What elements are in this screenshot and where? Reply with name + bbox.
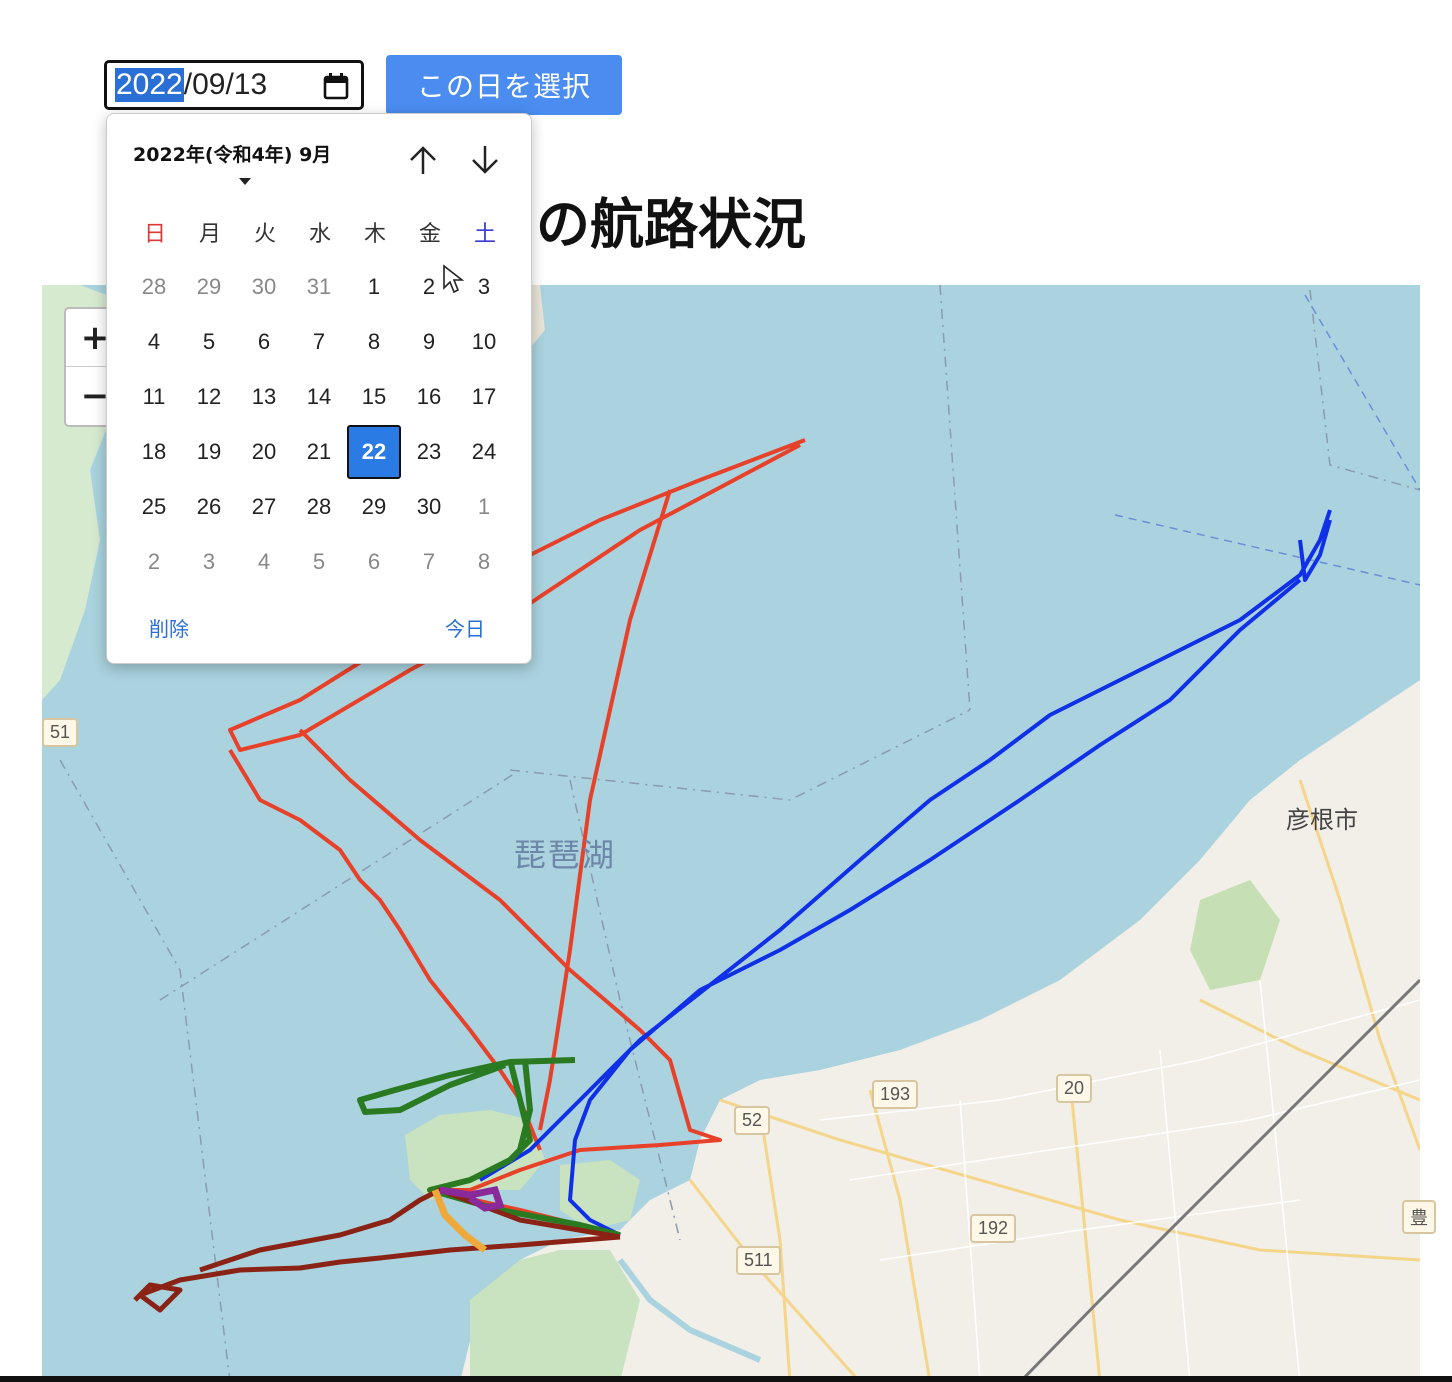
month-label[interactable]: 2022年(令和4年) 9月 <box>133 140 331 167</box>
road-shield: 192 <box>970 1214 1017 1243</box>
calendar-day[interactable]: 6 <box>347 535 401 589</box>
calendar-day[interactable]: 26 <box>182 480 236 534</box>
calendar-day[interactable]: 17 <box>457 370 511 424</box>
mouse-cursor-icon <box>443 264 464 294</box>
calendar-day[interactable]: 24 <box>457 425 511 479</box>
date-month-day-segment[interactable]: /09/13 <box>184 68 267 102</box>
road-shield: 52 <box>734 1106 771 1135</box>
calendar-day[interactable]: 20 <box>237 425 291 479</box>
calendar-day[interactable]: 15 <box>347 370 401 424</box>
calendar-day[interactable]: 7 <box>292 315 346 369</box>
date-input[interactable]: 2022 /09/13 <box>104 60 364 110</box>
date-year-segment[interactable]: 2022 <box>115 68 184 102</box>
calendar-day[interactable]: 8 <box>347 315 401 369</box>
calendar-day[interactable]: 21 <box>292 425 346 479</box>
calendar-day[interactable]: 30 <box>402 480 456 534</box>
calendar-day[interactable]: 1 <box>347 260 401 314</box>
weekday-fri: 金 <box>418 222 441 247</box>
calendar-day[interactable]: 31 <box>292 260 346 314</box>
calendar-day[interactable]: 9 <box>402 315 456 369</box>
weekday-wed: 水 <box>308 222 331 247</box>
calendar-day[interactable]: 4 <box>237 535 291 589</box>
weekday-mon: 月 <box>198 222 221 247</box>
calendar-day[interactable]: 10 <box>457 315 511 369</box>
calendar-day[interactable]: 30 <box>237 260 291 314</box>
road-shield: 20 <box>1056 1074 1093 1103</box>
road-shield: 51 <box>42 718 79 747</box>
date-value: 2022 /09/13 <box>115 68 267 102</box>
weekday-tue: 火 <box>253 222 276 247</box>
calendar-day[interactable]: 28 <box>127 260 181 314</box>
calendar-day[interactable]: 3 <box>182 535 236 589</box>
calendar-day[interactable]: 8 <box>457 535 511 589</box>
calendar-day[interactable]: 12 <box>182 370 236 424</box>
clear-button[interactable]: 削除 <box>149 613 189 642</box>
calendar-day[interactable]: 19 <box>182 425 236 479</box>
calendar-day[interactable]: 5 <box>182 315 236 369</box>
arrow-up-icon[interactable] <box>403 140 443 180</box>
calendar-day[interactable]: 11 <box>127 370 181 424</box>
calendar-day[interactable]: 25 <box>127 480 181 534</box>
calendar-day[interactable]: 13 <box>237 370 291 424</box>
calendar-day[interactable]: 6 <box>237 315 291 369</box>
page-title: の航路状況 <box>536 193 806 256</box>
land-south-green <box>470 1250 640 1382</box>
ferry-lines <box>1114 294 1420 586</box>
calendar-day[interactable]: 14 <box>292 370 346 424</box>
city-label: 彦根市 <box>1286 806 1358 834</box>
calendar-day[interactable]: 7 <box>402 535 456 589</box>
calendar-day[interactable]: 2 <box>127 535 181 589</box>
calendar-day[interactable]: 29 <box>182 260 236 314</box>
weekday-sat: 土 <box>473 222 496 247</box>
weekday-thu: 木 <box>363 222 386 247</box>
road-shield: 511 <box>736 1246 781 1275</box>
caret-down-icon[interactable] <box>239 178 251 185</box>
calendar-day[interactable]: 18 <box>127 425 181 479</box>
calendar-day[interactable]: 28 <box>292 480 346 534</box>
date-picker-popup: 2022年(令和4年) 9月 日 月 火 水 木 金 土 28 29 30 31 1 2 3… <box>106 113 532 664</box>
track-purple <box>439 1185 505 1212</box>
bottom-bar <box>0 1376 1452 1382</box>
calendar-day[interactable]: 16 <box>402 370 456 424</box>
calendar-day[interactable]: 3 <box>457 260 511 314</box>
today-button[interactable]: 今日 <box>445 613 485 642</box>
road-shield: 193 <box>872 1080 919 1109</box>
calendar-day[interactable]: 23 <box>402 425 456 479</box>
weekday-sun: 日 <box>143 222 166 247</box>
calendar-day-selected[interactable]: 22 <box>347 425 401 479</box>
calendar-icon[interactable] <box>323 72 349 100</box>
calendar-day[interactable]: 4 <box>127 315 181 369</box>
calendar-day[interactable]: 29 <box>347 480 401 534</box>
calendar-day[interactable]: 27 <box>237 480 291 534</box>
calendar-day[interactable]: 1 <box>457 480 511 534</box>
select-date-button[interactable]: この日を選択 <box>386 55 622 115</box>
calendar-day[interactable]: 5 <box>292 535 346 589</box>
road-shield: 豊 <box>1402 1200 1436 1234</box>
lake-label: 琵琶湖 <box>514 836 617 874</box>
arrow-down-icon[interactable] <box>465 140 505 180</box>
